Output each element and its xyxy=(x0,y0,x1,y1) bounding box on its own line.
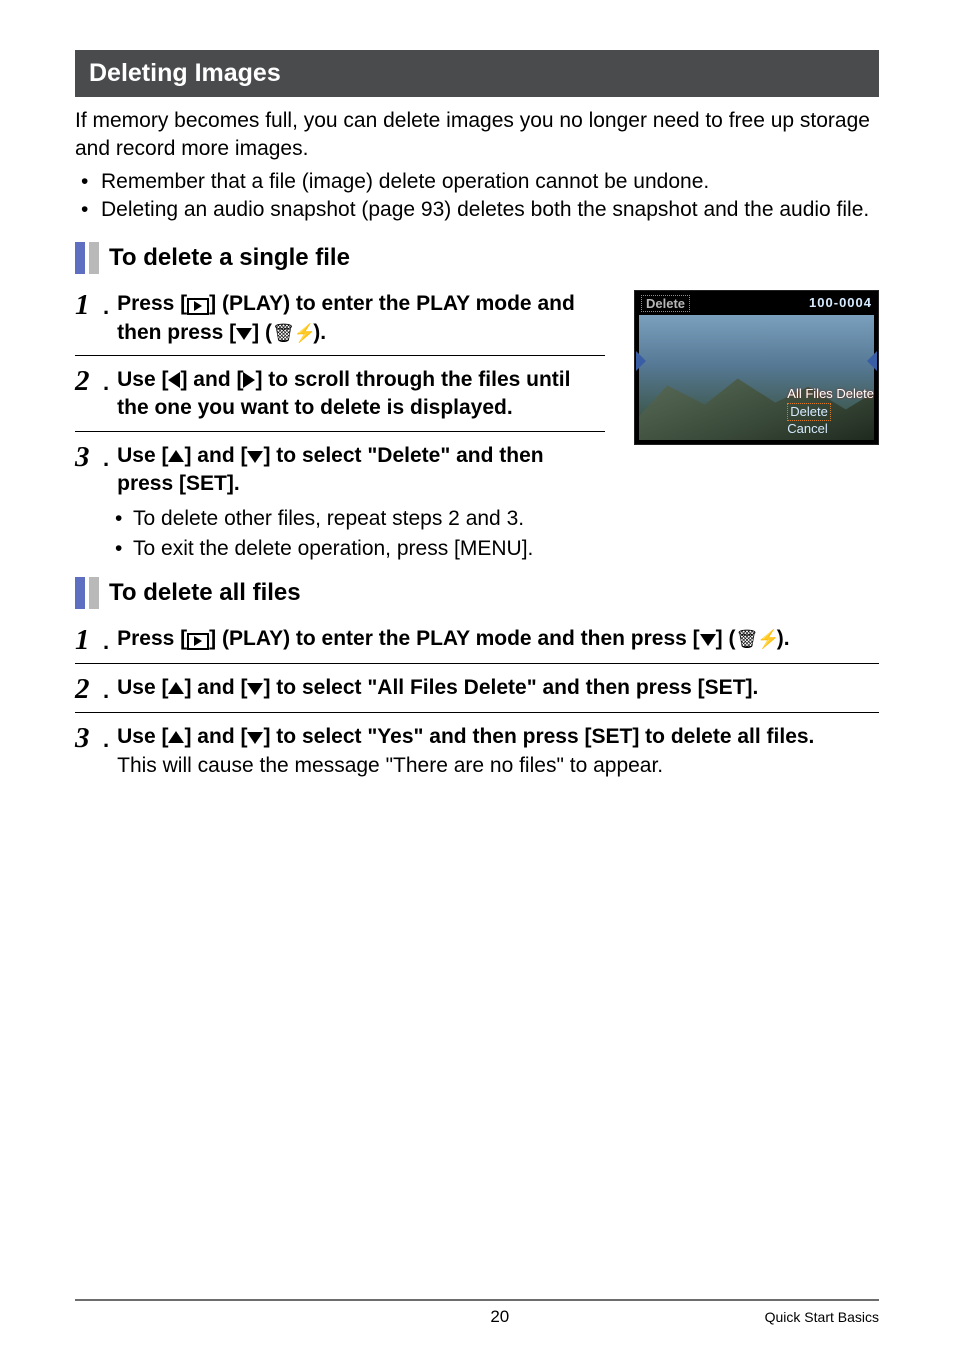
screenshot-top-label: Delete xyxy=(641,295,690,312)
step-number: 3 xyxy=(75,442,103,472)
step-text: ] to select "All Files Delete" and then … xyxy=(263,676,758,699)
down-arrow-icon xyxy=(247,732,263,744)
accent-bar-gray xyxy=(89,577,99,609)
single-step-3: 3. Use [] and [] to select "Delete" and … xyxy=(75,442,605,499)
section-title: Deleting Images xyxy=(75,50,879,97)
subheader-single: To delete a single file xyxy=(75,242,879,274)
up-arrow-icon xyxy=(168,731,184,743)
step-text: ] and [ xyxy=(184,725,247,748)
all-step-1: 1. Press [] (PLAY) to enter the PLAY mod… xyxy=(75,625,879,655)
footer-label: Quick Start Basics xyxy=(765,1309,879,1325)
step-number: 3 xyxy=(75,723,103,753)
subheader-all-text: To delete all files xyxy=(109,579,301,607)
step-text: ] and [ xyxy=(180,368,243,391)
camera-screenshot: Delete 100-0004 All Files Delete Delete … xyxy=(634,290,879,445)
section-bullet-list: Remember that a file (image) delete oper… xyxy=(75,168,879,225)
step-text: ] and [ xyxy=(184,676,247,699)
all-step-3: 3. Use [] and [] to select "Yes" and the… xyxy=(75,723,879,780)
step-plain-text: This will cause the message "There are n… xyxy=(117,752,879,780)
subheader-all: To delete all files xyxy=(75,577,879,609)
play-icon xyxy=(187,633,209,650)
single-step-2: 2. Use [] and [] to scroll through the f… xyxy=(75,366,605,423)
trash-flash-icon: 🗑 ⚡ xyxy=(272,323,313,343)
single-sub-bullets: To delete other files, repeat steps 2 an… xyxy=(75,504,879,563)
single-step-1: 1. Press [] (PLAY) to enter the PLAY mod… xyxy=(75,290,605,347)
accent-bar-gray xyxy=(89,242,99,274)
down-arrow-icon xyxy=(247,451,263,463)
step-text: ). xyxy=(777,627,790,650)
down-arrow-icon xyxy=(700,634,716,646)
screenshot-left-arrow-icon xyxy=(636,351,646,371)
section-bullet: Remember that a file (image) delete oper… xyxy=(75,168,879,196)
divider xyxy=(75,712,879,713)
step-text: ] ( xyxy=(252,321,272,344)
step-text: Use [ xyxy=(117,444,168,467)
step-number: 2 xyxy=(75,674,103,704)
step-text: ] and [ xyxy=(184,444,247,467)
screenshot-menu: All Files Delete Delete Cancel xyxy=(787,386,874,439)
step-text: ] (PLAY) to enter the PLAY mode and then… xyxy=(209,627,699,650)
all-step-2: 2. Use [] and [] to select "All Files De… xyxy=(75,674,879,704)
step-number: 1 xyxy=(75,625,103,655)
up-arrow-icon xyxy=(168,450,184,462)
footer-page-number: 20 xyxy=(235,1307,765,1327)
play-icon xyxy=(187,298,209,315)
screenshot-menu-all: All Files Delete xyxy=(787,386,874,403)
down-arrow-icon xyxy=(247,683,263,695)
divider xyxy=(75,663,879,664)
divider xyxy=(75,355,605,356)
page-footer: 20 Quick Start Basics xyxy=(75,1299,879,1327)
step-text: ] ( xyxy=(716,627,736,650)
step-number: 1 xyxy=(75,290,103,320)
step-text: Use [ xyxy=(117,676,168,699)
divider xyxy=(75,431,605,432)
section-bullet: Deleting an audio snapshot (page 93) del… xyxy=(75,196,879,224)
step-text: ). xyxy=(313,321,326,344)
step-number: 2 xyxy=(75,366,103,396)
sub-bullet: To delete other files, repeat steps 2 an… xyxy=(115,504,879,533)
accent-bar-blue xyxy=(75,242,85,274)
step-text: ] to select "Yes" and then press [SET] t… xyxy=(263,725,814,748)
right-arrow-icon xyxy=(243,372,255,388)
trash-flash-icon: 🗑 ⚡ xyxy=(735,629,776,649)
step-text: Use [ xyxy=(117,368,168,391)
screenshot-right-arrow-icon xyxy=(867,351,877,371)
step-text: Use [ xyxy=(117,725,168,748)
sub-bullet: To exit the delete operation, press [MEN… xyxy=(115,534,879,563)
accent-bar-blue xyxy=(75,577,85,609)
left-arrow-icon xyxy=(168,372,180,388)
step-text: Press [ xyxy=(117,292,187,315)
section-intro: If memory becomes full, you can delete i… xyxy=(75,107,879,164)
down-arrow-icon xyxy=(236,328,252,340)
screenshot-menu-cancel: Cancel xyxy=(787,421,874,438)
screenshot-menu-delete: Delete xyxy=(787,403,831,422)
step-text: Press [ xyxy=(117,627,187,650)
up-arrow-icon xyxy=(168,682,184,694)
screenshot-counter: 100-0004 xyxy=(809,295,872,312)
subheader-single-text: To delete a single file xyxy=(109,244,350,272)
